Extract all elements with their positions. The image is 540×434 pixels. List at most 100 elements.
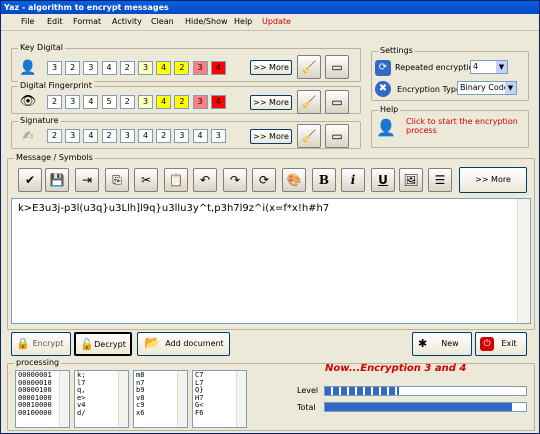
undo-tool-button[interactable]: ↶ [193, 168, 217, 192]
symbol-list-2[interactable]: m8 n7 b9 v8 c9 x6 [133, 370, 188, 428]
fingerprint-cell[interactable]: 3 [138, 95, 153, 109]
key-digital-more-button[interactable]: >> More [250, 60, 292, 75]
signature-cell[interactable]: 2 [101, 129, 117, 143]
paste-tool-button[interactable]: 📋 [164, 168, 188, 192]
menu-hide-show[interactable]: Hide/Show [185, 17, 228, 26]
menu-edit[interactable]: Edit [47, 17, 63, 26]
fingerprint-clear-button[interactable]: 🧹 [297, 90, 321, 114]
redo-icon: ↷ [229, 173, 241, 187]
signature-cell[interactable]: 2 [47, 129, 62, 143]
image-tool-button[interactable]: 🖼 [399, 168, 423, 192]
key-digital-cell[interactable]: 3 [47, 61, 62, 75]
total-label: Total [297, 403, 316, 412]
fingerprint-cell[interactable]: 4 [156, 95, 172, 109]
key-digital-clear-button[interactable]: 🧹 [297, 55, 321, 79]
binary-list[interactable]: 00000001 00000010 00000100 00001000 00010000… [15, 370, 70, 428]
message-content: k>E3u3j-p3l(u3q}u3Llh]l9q}u3llu3y^t,p3h7… [18, 203, 330, 214]
fingerprint-cell[interactable]: 2 [47, 95, 62, 109]
key-digital-cell[interactable]: 2 [174, 61, 190, 75]
signature-cell[interactable]: 4 [192, 129, 208, 143]
refresh-icon: ⟳ [258, 173, 270, 187]
key-digital-cell[interactable]: 4 [101, 61, 117, 75]
repeat-icon: ⟳ [375, 60, 391, 76]
signature-cell[interactable]: 4 [138, 129, 153, 143]
palette-icon: 🎨 [286, 173, 302, 187]
key-digital-generate-button[interactable]: ▭ [325, 55, 349, 79]
fingerprint-cell[interactable]: 4 [210, 95, 226, 109]
level-label: Level [297, 386, 319, 395]
key-digital-cell[interactable]: 2 [65, 61, 81, 75]
palette-tool-button[interactable]: 🎨 [282, 168, 306, 192]
document-tool-button[interactable]: ☰ [428, 168, 452, 192]
menu-activity[interactable]: Activity [112, 17, 142, 26]
status-text: Now...Encryption 3 and 4 [325, 363, 467, 374]
export-tool-button[interactable]: ⇥ [75, 168, 99, 192]
menu-help[interactable]: Help [234, 17, 252, 26]
signature-cell[interactable]: 3 [174, 129, 190, 143]
help-user-icon[interactable]: 👤 [374, 116, 398, 140]
signature-more-button[interactable]: >> More [250, 129, 292, 144]
menu-format[interactable]: Format [73, 17, 101, 26]
add-document-button[interactable]: 📂 Add document [137, 332, 230, 356]
binary-list-scrollbar[interactable] [59, 371, 69, 427]
fingerprint-cell[interactable]: 3 [65, 95, 81, 109]
broom-icon: 🧹 [301, 129, 317, 143]
signature-cell[interactable]: 4 [83, 129, 99, 143]
encryption-type-select[interactable]: Binary Code ▼ [457, 81, 517, 95]
signature-cell[interactable]: 3 [210, 129, 226, 143]
fingerprint-cell[interactable]: 5 [101, 95, 117, 109]
menu-clean[interactable]: Clean [151, 17, 174, 26]
window-title: Yaz - algorithm to encrypt messages [1, 1, 539, 14]
fingerprint-cell[interactable]: 4 [83, 95, 99, 109]
symbol-list-3[interactable]: C7 L7 Q} H7 G< F6 [192, 370, 247, 428]
signature-cell[interactable]: 3 [119, 129, 135, 143]
italic-tool-button[interactable]: i [341, 168, 365, 192]
cut-tool-button[interactable]: ✂ [134, 168, 158, 192]
key-digital-cell[interactable]: 3 [192, 61, 208, 75]
exit-button[interactable]: ⏻ Exit [475, 332, 527, 356]
chevron-down-icon: ▼ [505, 82, 516, 94]
document-icon: ☰ [434, 173, 446, 187]
copy-tool-button[interactable]: ⎘ [105, 168, 129, 192]
total-progress-fill [325, 403, 512, 411]
encrypt-button[interactable]: 🔒 Encrypt [11, 332, 71, 356]
redo-tool-button[interactable]: ↷ [223, 168, 247, 192]
signature-cell[interactable]: 3 [65, 129, 81, 143]
message-more-button[interactable]: >> More [459, 167, 527, 193]
save-tool-button[interactable]: 💾 [45, 168, 69, 192]
broom-icon: 🧹 [301, 60, 317, 74]
fingerprint-cell[interactable]: 2 [174, 95, 190, 109]
key-digital-cell[interactable]: 3 [83, 61, 99, 75]
message-scrollbar[interactable] [517, 199, 530, 323]
total-progress [324, 402, 527, 412]
fingerprint-cell[interactable]: 3 [192, 95, 208, 109]
symbol-list-3-scrollbar[interactable] [236, 371, 246, 427]
refresh-tool-button[interactable]: ⟳ [252, 168, 276, 192]
bold-tool-button[interactable]: B [312, 168, 336, 192]
repeated-encryption-select[interactable]: 4 ▼ [470, 60, 508, 74]
underline-tool-button[interactable]: U [371, 168, 395, 192]
copy-icon: ⎘ [112, 173, 122, 187]
fingerprint-cell[interactable]: 2 [119, 95, 135, 109]
decrypt-button[interactable]: 🔓 Decrypt [74, 332, 132, 356]
key-digital-cell[interactable]: 4 [210, 61, 226, 75]
symbol-list-2-scrollbar[interactable] [177, 371, 187, 427]
fingerprint-more-button[interactable]: >> More [250, 95, 292, 110]
help-text[interactable]: Click to start the encryption process [406, 117, 526, 135]
new-button[interactable]: ✱ New [412, 332, 472, 356]
key-digital-cell[interactable]: 3 [138, 61, 153, 75]
menu-file[interactable]: File [21, 17, 34, 26]
signature-generate-button[interactable]: ▭ [325, 124, 349, 148]
symbol-list-1[interactable]: k; l7 q, e> v4 d/ [74, 370, 129, 428]
signature-cell[interactable]: 2 [156, 129, 172, 143]
fingerprint-generate-button[interactable]: ▭ [325, 90, 349, 114]
menu-update[interactable]: Update [262, 17, 291, 26]
check-tool-button[interactable]: ✔ [18, 168, 42, 192]
symbol-list-1-scrollbar[interactable] [118, 371, 128, 427]
key-digital-cell[interactable]: 2 [119, 61, 135, 75]
signature-clear-button[interactable]: 🧹 [297, 124, 321, 148]
message-textarea[interactable]: k>E3u3j-p3l(u3q}u3Llh]l9q}u3llu3y^t,p3h7… [11, 198, 531, 324]
unlock-icon: 🔓 [80, 338, 94, 351]
key-digital-cell[interactable]: 4 [156, 61, 172, 75]
paste-icon: 📋 [168, 173, 184, 187]
